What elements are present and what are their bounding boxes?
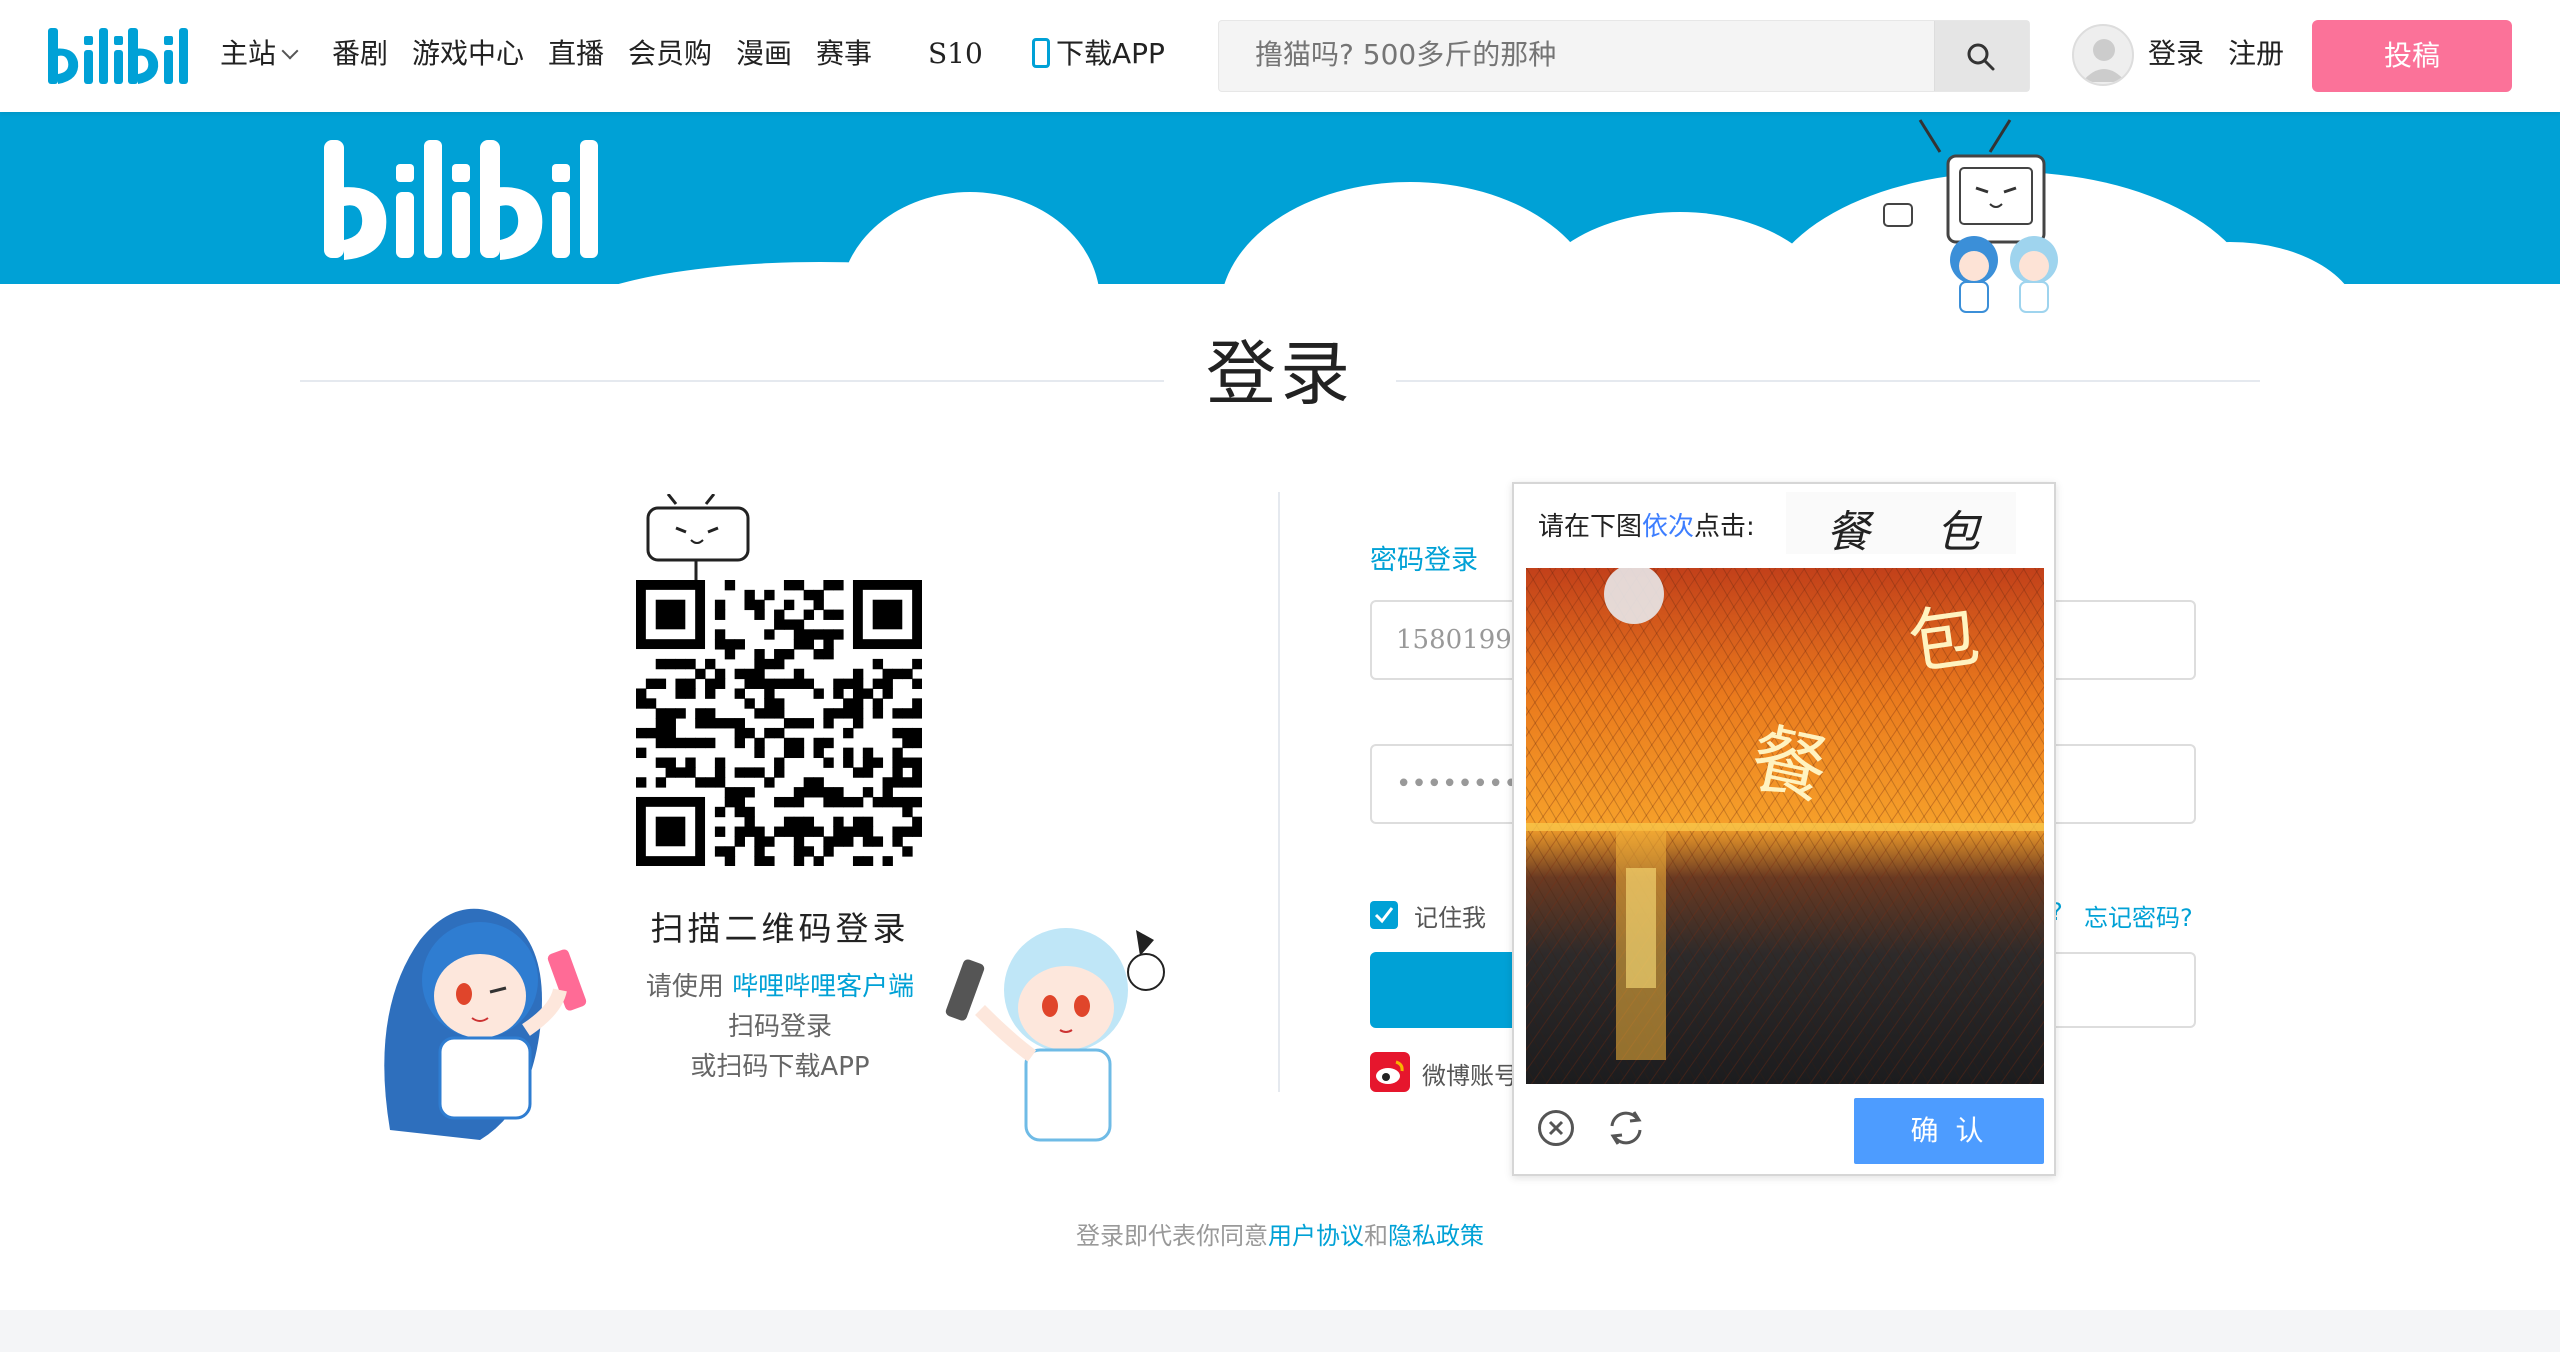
phone-icon <box>1032 38 1050 68</box>
nav-item-bangumi[interactable]: 番剧 <box>332 34 388 74</box>
top-navbar: 主站 番剧 游戏中心 直播 会员购 漫画 赛事 S10 下载APP 登录 注册 … <box>0 0 2560 112</box>
remember-me-label: 记住我 <box>1414 904 1486 932</box>
captcha-prompt-prefix: 请在下图 <box>1538 512 1643 542</box>
agreement-and: 和 <box>1364 1222 1388 1250</box>
login-link[interactable]: 登录 <box>2148 34 2204 74</box>
nav-item-shop[interactable]: 会员购 <box>628 34 712 74</box>
nav-item-live[interactable]: 直播 <box>548 34 604 74</box>
qr-code <box>636 580 923 867</box>
captcha-prompt-highlight: 依次 <box>1642 512 1695 542</box>
user-agreement-link[interactable]: 用户协议 <box>1268 1222 1364 1250</box>
agreement-text: 登录即代表你同意用户协议和隐私政策 <box>0 1216 2560 1251</box>
register-button[interactable] <box>2040 952 2196 1028</box>
captcha-confirm-button[interactable]: 确 认 <box>1854 1098 2044 1164</box>
agreement-prefix: 登录即代表你同意 <box>1076 1222 1268 1250</box>
qr-scan-login-text: 扫码登录 <box>727 1012 832 1042</box>
qr-instruction: 请使用 哔哩哔哩客户端 <box>580 966 980 1003</box>
captcha-target-char: 包 <box>1936 507 1980 558</box>
footer-band <box>0 1310 2560 1352</box>
register-link[interactable]: 注册 <box>2228 34 2284 74</box>
qr-download-text: 或扫码下载APP <box>690 1052 870 1082</box>
nav-item-esports[interactable]: 赛事 <box>816 34 872 74</box>
nav-item-game-center[interactable]: 游戏中心 <box>412 34 524 74</box>
mascot-22-illustration <box>384 908 587 1140</box>
search-box <box>1218 20 2030 92</box>
captcha-refresh-icon[interactable] <box>1604 1106 1648 1150</box>
title-divider-right <box>1396 380 2260 382</box>
mascot-33-illustration <box>945 928 1165 1142</box>
default-avatar-icon <box>2082 39 2126 82</box>
captcha-target-char: 餐 <box>1826 507 1870 558</box>
cloud-shape <box>840 192 1100 284</box>
captcha-prompt: 请在下图依次点击: <box>1538 506 1755 543</box>
title-divider-left <box>300 380 1164 382</box>
bilibili-logo[interactable] <box>44 14 194 94</box>
captcha-prompt-suffix: 点击: <box>1694 512 1755 542</box>
search-button[interactable] <box>1934 21 2029 91</box>
avatar[interactable] <box>2072 24 2134 86</box>
upload-button[interactable]: 投稿 <box>2312 20 2512 92</box>
search-input[interactable] <box>1253 37 1897 72</box>
captcha-image-char: 包 <box>1904 594 1985 685</box>
page-title: 登录 <box>1206 333 1354 415</box>
privacy-policy-link[interactable]: 隐私政策 <box>1388 1222 1484 1250</box>
nav-item-main[interactable]: 主站 <box>220 34 299 74</box>
captcha-popup: 请在下图依次点击: 餐 包 包 餐 确 认 <box>1512 482 2056 1176</box>
forgot-password-link[interactable]: 忘记密码? <box>2084 898 2193 933</box>
checkmark-icon <box>1374 907 1394 924</box>
mascot-pair-illustration <box>1950 236 2058 313</box>
weibo-login-label[interactable]: 微博账号 <box>1422 1056 1518 1091</box>
nav-item-manga[interactable]: 漫画 <box>736 34 792 74</box>
qr-instruction-prefix: 请使用 <box>645 972 724 1002</box>
captcha-target-chars: 餐 包 <box>1786 492 2016 558</box>
chevron-down-icon <box>281 42 299 60</box>
section-divider <box>1278 492 1280 1092</box>
weibo-icon[interactable] <box>1370 1052 1410 1092</box>
tv-icon-above-qr <box>646 494 750 580</box>
search-icon <box>1967 43 1995 71</box>
client-app-link[interactable]: 哔哩哔哩客户端 <box>732 972 914 1002</box>
nav-item-label: 主站 <box>220 37 277 70</box>
download-app-label: 下载APP <box>1056 37 1165 70</box>
tab-password-login[interactable]: 密码登录 <box>1370 538 1478 577</box>
qr-title: 扫描二维码登录 <box>650 909 910 948</box>
nav-item-download-app[interactable]: 下载APP <box>1032 34 1165 74</box>
bilibili-banner-logo <box>324 140 598 260</box>
remember-me-checkbox[interactable] <box>1370 901 1398 929</box>
captcha-close-icon[interactable] <box>1538 1110 1574 1146</box>
captcha-image[interactable]: 包 餐 <box>1526 568 2044 1084</box>
nav-item-s10[interactable]: S10 <box>928 34 983 74</box>
header-banner <box>0 112 2560 284</box>
